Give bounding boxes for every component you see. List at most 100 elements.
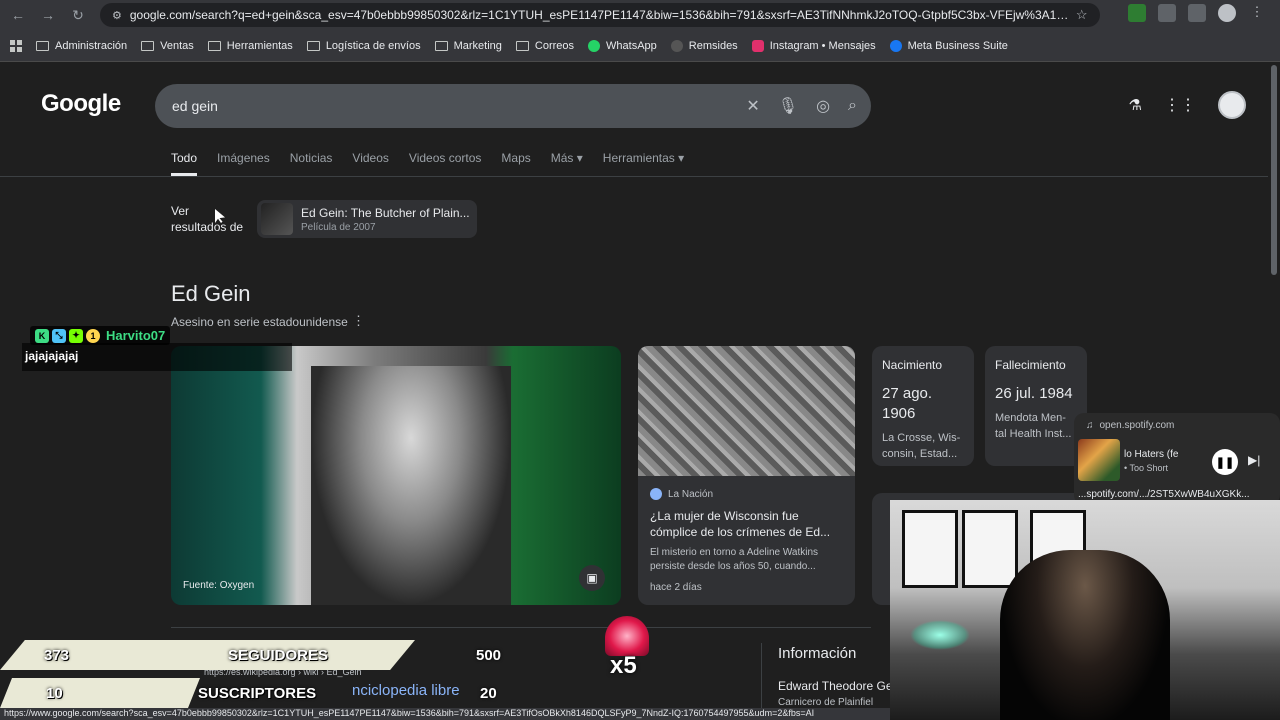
spotify-mini-player[interactable]: ♫ open.spotify.com lo Haters (fe • Too Sh… — [1074, 413, 1280, 505]
back-icon[interactable]: ← — [6, 3, 30, 27]
tabs-divider — [0, 176, 1268, 177]
extension-icon[interactable] — [1128, 4, 1146, 22]
next-track-icon[interactable]: ▶| — [1248, 453, 1260, 467]
menu-icon[interactable]: ⋮ — [1248, 4, 1266, 22]
kp-subtitle: Asesino en serie estadounidense — [171, 315, 348, 329]
bookmark-marketing[interactable]: Marketing — [434, 40, 502, 52]
remsides-icon — [670, 39, 683, 52]
search-box[interactable]: ed gein ✕ 🎙 ◎ ⌕ — [155, 84, 871, 128]
news-snippet: El misterio en torno a Adeline Watkins p… — [650, 547, 819, 572]
whatsapp-icon — [588, 39, 601, 52]
site-info-icon[interactable]: ⚙ — [112, 9, 122, 22]
folder-icon — [434, 40, 448, 51]
search-icon[interactable]: ⌕ — [848, 97, 857, 115]
bookmark-ventas[interactable]: Ventas — [141, 40, 194, 52]
fact-fallecimiento[interactable]: Fallecimiento 26 jul. 1984 Mendota Men- … — [985, 346, 1087, 466]
followers-goal: 500 — [476, 647, 502, 664]
wiki-title-partial: nciclopedia libre — [352, 682, 460, 699]
wall-poster — [962, 510, 1018, 588]
fact-nacimiento[interactable]: Nacimiento 27 ago. 1906 La Crosse, Wis- … — [872, 346, 974, 466]
reload-icon[interactable]: ↻ — [66, 3, 90, 27]
google-logo[interactable]: Google — [41, 90, 121, 118]
track-title: lo Haters (fe — [1124, 449, 1179, 460]
avatar[interactable] — [1218, 91, 1246, 119]
tab-todo[interactable]: Todo — [171, 151, 198, 176]
browser-toolbar: ← → ↻ ⚙ google.com/search?q=ed+gein&sca_… — [0, 0, 1280, 30]
spotify-site: ♫ open.spotify.com — [1086, 420, 1175, 431]
bookmark-logistica[interactable]: Logística de envíos — [306, 40, 421, 52]
subs-label: SUSCRIPTORES — [198, 685, 317, 702]
stream-goals-hud: 373 SEGUIDORES 500 10 SUSCRIPTORES 20 — [0, 640, 560, 710]
tab-imagenes[interactable]: Imágenes — [217, 151, 270, 176]
scroll-thumb[interactable] — [1271, 65, 1277, 275]
news-source: La Nación — [650, 488, 855, 500]
movie-subtitle: Película de 2007 — [301, 221, 376, 233]
apps-grid-icon[interactable] — [10, 39, 22, 52]
extensions-area: ⋮ — [1128, 4, 1266, 22]
news-title[interactable]: ¿La mujer de Wisconsin fue cómplice de l… — [650, 508, 843, 540]
search-input[interactable]: ed gein — [172, 98, 218, 114]
tab-herramientas[interactable]: Herramientas ▾ — [603, 151, 684, 176]
folder-icon — [306, 40, 320, 51]
mic-icon[interactable]: 🎙 — [778, 96, 798, 116]
photo-subject — [311, 366, 511, 605]
more-options-icon[interactable]: ⋮ — [352, 313, 365, 329]
bookmark-herramientas[interactable]: Herramientas — [207, 40, 293, 52]
image-view-icon[interactable]: ▣ — [579, 565, 605, 591]
media-icon[interactable] — [1188, 4, 1206, 22]
profile-icon[interactable] — [1218, 4, 1236, 22]
streamer — [1000, 550, 1170, 720]
forward-icon[interactable]: → — [36, 3, 60, 27]
info-line: Edward Theodore Ge — [778, 679, 893, 693]
bookmark-remsides[interactable]: Remsides — [670, 39, 738, 52]
clear-icon[interactable]: ✕ — [746, 96, 759, 116]
webcam-overlay — [890, 500, 1280, 720]
main-photo[interactable]: Fuente: Oxygen ▣ — [171, 346, 621, 605]
tab-maps[interactable]: Maps — [501, 151, 530, 176]
apps-icon[interactable]: ⋮⋮ — [1164, 95, 1196, 115]
pause-icon[interactable]: ❚❚ — [1212, 449, 1238, 475]
ver-resultados-label: Ver resultados de — [171, 204, 244, 234]
spotify-link[interactable]: ...spotify.com/.../2ST5XwWB4uXGKk... — [1078, 489, 1250, 500]
labs-icon[interactable]: ⚗ — [1129, 96, 1142, 114]
bookmark-correos[interactable]: Correos — [515, 40, 574, 52]
badge-icon: ⤡ — [52, 328, 66, 343]
bookmark-instagram[interactable]: Instagram • Mensajes — [751, 39, 876, 52]
news-card[interactable]: La Nación ¿La mujer de Wisconsin fue cóm… — [638, 346, 855, 605]
followers-count: 373 — [44, 647, 70, 664]
multiplier-badge: x5 — [610, 652, 637, 679]
album-art — [1078, 439, 1120, 481]
movie-thumbnail — [261, 203, 293, 235]
address-bar[interactable]: ⚙ google.com/search?q=ed+gein&sca_esv=47… — [100, 3, 1100, 27]
tab-noticias[interactable]: Noticias — [290, 151, 333, 176]
ambient-light — [910, 620, 970, 650]
la-nacion-icon — [650, 488, 662, 500]
badge-icon: 1 — [86, 328, 100, 343]
url-text: google.com/search?q=ed+gein&sca_esv=47b0… — [129, 8, 1070, 22]
tab-videos[interactable]: Videos — [352, 151, 388, 176]
folder-icon — [36, 40, 49, 51]
status-bar-url: https://www.google.com/search?sca_esv=47… — [0, 708, 890, 720]
tab-mas[interactable]: Más ▾ — [551, 151, 583, 176]
lens-icon[interactable]: ◎ — [816, 96, 830, 116]
movie-chip[interactable]: Ed Gein: The Butcher of Plain... Películ… — [257, 200, 477, 238]
puzzle-icon[interactable] — [1158, 4, 1176, 22]
subs-goal: 20 — [480, 685, 497, 702]
folder-icon — [207, 40, 221, 51]
siren-icon — [605, 616, 649, 656]
bookmarks-bar: Administración Ventas Herramientas Logís… — [0, 30, 1280, 62]
tab-videos-cortos[interactable]: Videos cortos — [409, 151, 482, 176]
bookmark-administracion[interactable]: Administración — [36, 40, 127, 52]
followers-label: SEGUIDORES — [228, 647, 329, 664]
subs-count: 10 — [46, 685, 63, 702]
info-separator — [761, 643, 762, 709]
bookmark-whatsapp[interactable]: WhatsApp — [588, 39, 657, 52]
bookmark-meta[interactable]: Meta Business Suite — [889, 39, 1008, 52]
info-line-2: Carnicero de Plainfiel — [778, 697, 874, 708]
movie-title: Ed Gein: The Butcher of Plain... — [301, 205, 470, 220]
photo-source: Fuente: Oxygen — [183, 580, 255, 591]
bookmark-star-icon[interactable]: ☆ — [1076, 7, 1088, 23]
badge-icon: ✦ — [69, 328, 83, 343]
badge-icon: K — [35, 328, 49, 343]
chat-message: jajajajajaj — [22, 343, 292, 371]
